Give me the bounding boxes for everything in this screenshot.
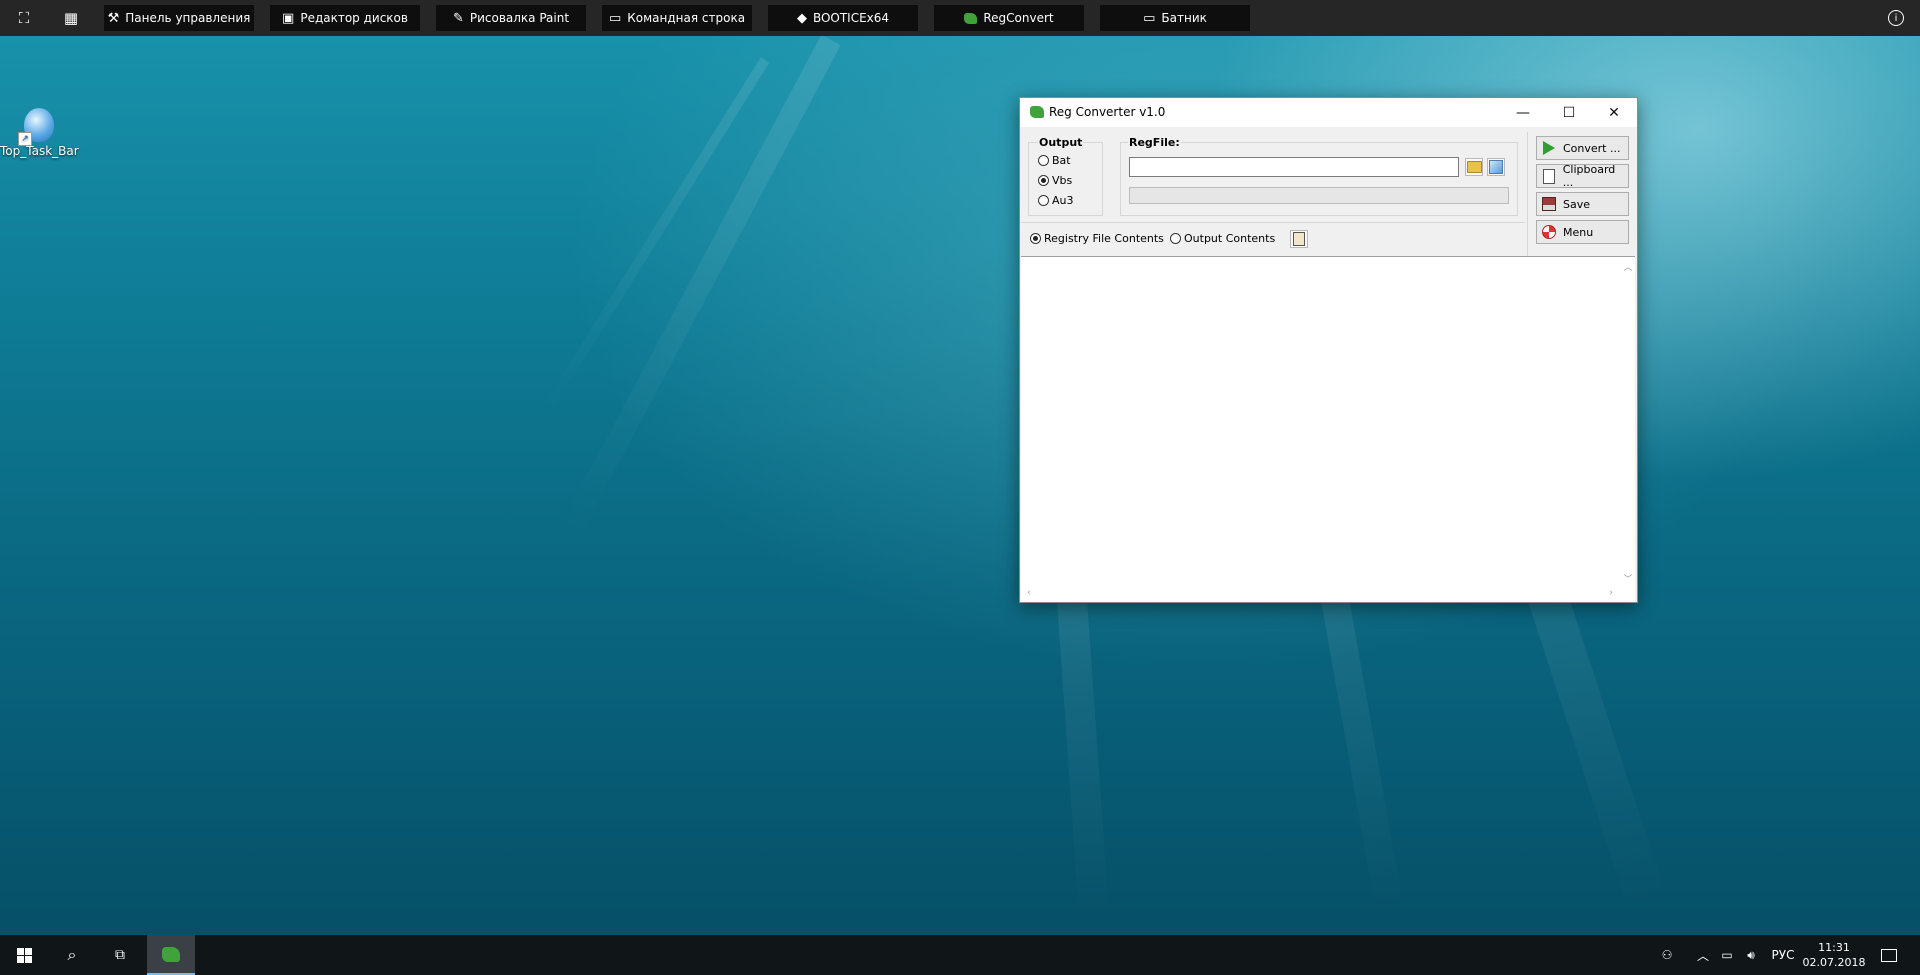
open-file-button[interactable] xyxy=(1487,158,1505,176)
top-task-bar: ⛶ ▦ ⚒ Панель управления ▣ Редактор диско… xyxy=(0,0,1920,36)
clipboard-icon xyxy=(1542,168,1556,184)
topbar-app-control-panel[interactable]: ⚒ Панель управления xyxy=(104,5,254,31)
save-button[interactable]: Save xyxy=(1536,192,1629,216)
search-button[interactable]: ⌕ xyxy=(48,935,96,975)
radio-au3-indicator xyxy=(1038,195,1049,206)
convert-label: Convert ... xyxy=(1563,141,1621,155)
tools-icon: ⚒ xyxy=(107,10,120,26)
regfile-group xyxy=(1120,142,1518,216)
clock-time: 11:31 xyxy=(1818,941,1850,954)
diamond-icon: ◆ xyxy=(796,10,807,26)
radio-registry-indicator xyxy=(1030,233,1041,244)
topbar-app-paint[interactable]: ✎ Рисовалка Paint xyxy=(436,5,586,31)
menu-button[interactable]: Menu xyxy=(1536,220,1629,244)
radio-vbs-indicator xyxy=(1038,175,1049,186)
radio-output-label: Output Contents xyxy=(1184,232,1276,245)
start-button[interactable] xyxy=(0,935,48,975)
network-icon[interactable]: ▭ xyxy=(1716,935,1738,975)
floppy-disk-icon xyxy=(1542,197,1556,211)
convert-button[interactable]: Convert ... xyxy=(1536,136,1629,160)
radio-au3-label: Au3 xyxy=(1052,194,1074,207)
radio-vbs-label: Vbs xyxy=(1052,174,1073,187)
folder-icon xyxy=(1466,161,1482,173)
language-indicator[interactable]: РУС xyxy=(1766,935,1800,975)
radio-registry-label: Registry File Contents xyxy=(1044,232,1164,245)
view-radio-registry-contents[interactable]: Registry File Contents xyxy=(1030,232,1164,245)
output-radio-bat[interactable]: Bat xyxy=(1038,154,1071,167)
info-icon[interactable]: i xyxy=(1882,5,1910,31)
window-title: Reg Converter v1.0 xyxy=(1049,105,1166,119)
topbar-app-batnik[interactable]: ▭ Батник xyxy=(1100,5,1250,31)
scroll-up-icon[interactable]: ︿ xyxy=(1621,260,1635,273)
lifebuoy-icon xyxy=(1542,225,1556,239)
save-label: Save xyxy=(1563,197,1591,211)
desktop-shortcut-top-task-bar[interactable]: ↗ Top_Task_Bar xyxy=(0,108,79,158)
clipboard-label: Clipboard ... xyxy=(1562,163,1616,189)
paste-clipboard-button[interactable] xyxy=(1290,230,1308,248)
topbar-app-regconvert[interactable]: RegConvert xyxy=(934,5,1084,31)
contents-editor[interactable]: ︿ ﹀ ‹ › xyxy=(1021,256,1635,602)
topbar-app-cmd[interactable]: ▭ Командная строка xyxy=(602,5,752,31)
window-icon: ▭ xyxy=(1143,10,1156,26)
close-button[interactable]: ✕ xyxy=(1591,98,1637,127)
alien-icon: ↗ xyxy=(18,108,54,146)
notifications-icon[interactable] xyxy=(1872,935,1906,975)
topbar-app-bootice[interactable]: ◆ BOOTICEx64 xyxy=(768,5,918,31)
task-view-icon: ⧉ xyxy=(115,947,125,963)
search-icon: ⌕ xyxy=(67,945,77,964)
menu-label: Menu xyxy=(1563,225,1594,239)
task-view-button[interactable]: ⧉ xyxy=(96,935,144,975)
clipboard-button[interactable]: Clipboard ... xyxy=(1536,163,1629,189)
regfile-input[interactable] xyxy=(1129,157,1459,177)
people-icon[interactable]: ⚇ xyxy=(1654,935,1680,975)
palette-icon: ✎ xyxy=(452,10,464,26)
minimize-button[interactable]: — xyxy=(1500,98,1546,127)
clipboard-icon xyxy=(1293,232,1305,246)
disk-icon: ▣ xyxy=(282,10,295,26)
scroll-right-icon[interactable]: › xyxy=(1609,588,1613,598)
volume-icon[interactable]: 🔊︎ xyxy=(1740,935,1762,975)
file-icon xyxy=(1489,160,1503,174)
browse-folder-button[interactable] xyxy=(1465,158,1483,176)
radio-bat-indicator xyxy=(1038,155,1049,166)
windows-taskbar: ⌕ ⧉ ⚇ ︿ ▭ 🔊︎ РУС 11:31 02.07.2018 xyxy=(0,935,1920,975)
panel-separator xyxy=(1527,132,1528,256)
console-icon: ▭ xyxy=(608,10,622,26)
clock-date: 02.07.2018 xyxy=(1802,956,1866,969)
taskbar-app-regconvert[interactable] xyxy=(147,935,195,975)
app-icon xyxy=(1030,106,1044,118)
progress-bar xyxy=(1129,187,1509,204)
reg-converter-window: Reg Converter v1.0 — ☐ ✕ Output Bat Vbs … xyxy=(1019,97,1638,603)
grid-apps-icon[interactable]: ▦ xyxy=(57,5,85,31)
play-icon xyxy=(1542,141,1556,155)
regfile-label: RegFile: xyxy=(1128,136,1181,149)
clock[interactable]: 11:31 02.07.2018 xyxy=(1802,935,1866,975)
divider xyxy=(1021,222,1525,223)
vertical-scrollbar[interactable]: ︿ ﹀ xyxy=(1621,257,1635,587)
horizontal-scrollbar[interactable]: ‹ › xyxy=(1021,588,1635,602)
output-radio-vbs[interactable]: Vbs xyxy=(1038,174,1072,187)
radio-bat-label: Bat xyxy=(1052,154,1071,167)
show-hidden-icons-icon[interactable]: ︿ xyxy=(1690,935,1716,975)
scroll-left-icon[interactable]: ‹ xyxy=(1027,588,1031,598)
output-label: Output xyxy=(1038,136,1084,149)
shortcut-arrow-icon: ↗ xyxy=(18,132,32,146)
regconvert-icon xyxy=(162,946,180,962)
maximize-button[interactable]: ☐ xyxy=(1546,98,1592,127)
scroll-down-icon[interactable]: ﹀ xyxy=(1621,572,1635,585)
topbar-app-disk-editor[interactable]: ▣ Редактор дисков xyxy=(270,5,420,31)
output-radio-au3[interactable]: Au3 xyxy=(1038,194,1074,207)
view-radio-output-contents[interactable]: Output Contents xyxy=(1170,232,1275,245)
windows-logo-icon xyxy=(16,947,32,963)
regconvert-icon xyxy=(964,12,978,24)
screenshot-icon[interactable]: ⛶ xyxy=(10,5,38,31)
desktop-icon-label: Top_Task_Bar xyxy=(0,144,79,158)
radio-output-indicator xyxy=(1170,233,1181,244)
window-titlebar[interactable]: Reg Converter v1.0 — ☐ ✕ xyxy=(1020,98,1637,127)
